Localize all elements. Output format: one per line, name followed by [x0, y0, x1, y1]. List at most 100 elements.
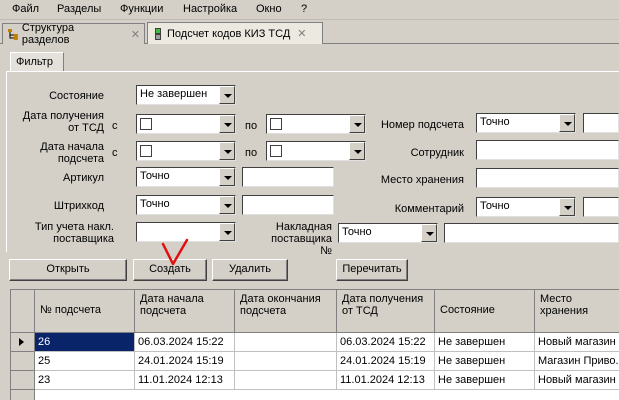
tab-kiz-count[interactable]: Подсчет кодов КИЗ ТСД ✕: [147, 22, 323, 44]
delete-button[interactable]: Удалить: [212, 259, 288, 281]
barcode-mode-value: Точно: [140, 198, 170, 210]
employee-input[interactable]: [476, 140, 619, 160]
dropdown-arrow-icon[interactable]: [559, 198, 575, 216]
date-start-label: Дата начала подсчета: [40, 141, 104, 165]
table-cell[interactable]: [235, 371, 337, 390]
dropdown-arrow-icon[interactable]: [219, 115, 235, 133]
table-cell[interactable]: 11.01.2024 12:13: [135, 371, 235, 390]
menu-functions[interactable]: Функции: [120, 3, 163, 15]
current-row-arrow-icon: [19, 338, 24, 346]
menu-help[interactable]: ?: [301, 3, 307, 15]
checkbox[interactable]: [140, 118, 152, 130]
tab-sections-structure[interactable]: Структура разделов ✕: [2, 22, 145, 46]
filter-tab-label: Фильтр: [16, 56, 53, 68]
counts-table: № подсчета Дата начала подсчета Дата око…: [10, 289, 619, 400]
row-header[interactable]: [11, 352, 35, 371]
dropdown-arrow-icon[interactable]: [219, 168, 235, 186]
comment-input[interactable]: [583, 197, 619, 217]
open-button[interactable]: Открыть: [9, 259, 127, 281]
tab-filter[interactable]: Фильтр: [10, 52, 64, 72]
barcode-input[interactable]: [242, 195, 334, 215]
close-icon[interactable]: ✕: [297, 27, 306, 40]
date-start-to-label: по: [245, 147, 258, 159]
barcode-label: Штрихкод: [53, 200, 104, 212]
comment-mode-combo[interactable]: Точно: [476, 197, 576, 217]
table-cell[interactable]: 26: [35, 333, 135, 352]
tab-label: Структура разделов: [21, 22, 75, 46]
table-cell[interactable]: [235, 333, 337, 352]
storage-label: Место хранения: [380, 174, 464, 186]
column-header-start-date[interactable]: Дата начала подсчета: [135, 290, 235, 333]
red-checkmark-icon: [161, 238, 189, 266]
invoice-mode-combo[interactable]: Точно: [338, 223, 438, 243]
table-cell[interactable]: 11.01.2024 12:13: [337, 371, 435, 390]
row-header-corner: [11, 290, 35, 333]
date-received-to[interactable]: [266, 114, 366, 134]
close-icon[interactable]: ✕: [131, 28, 140, 41]
table-cell[interactable]: 24.01.2024 15:19: [135, 352, 235, 371]
date-received-label: Дата получения от ТСД: [22, 110, 104, 134]
row-header[interactable]: [11, 333, 35, 352]
comment-mode-value: Точно: [480, 200, 510, 212]
checkbox[interactable]: [270, 118, 282, 130]
date-start-from[interactable]: [136, 141, 236, 161]
column-header-storage[interactable]: Место хранения: [535, 290, 619, 333]
date-received-from-label: с: [112, 120, 118, 132]
dropdown-arrow-icon[interactable]: [349, 142, 365, 160]
tree-icon: [7, 29, 18, 40]
tab-label: Подсчет кодов КИЗ ТСД: [167, 27, 291, 40]
table-cell[interactable]: 06.03.2024 15:22: [337, 333, 435, 352]
count-number-input[interactable]: [583, 113, 619, 133]
row-header[interactable]: [11, 371, 35, 390]
state-combo[interactable]: Не завершен: [136, 85, 236, 105]
article-mode-value: Точно: [140, 170, 170, 182]
dropdown-arrow-icon[interactable]: [219, 142, 235, 160]
menu-sections[interactable]: Разделы: [57, 3, 101, 15]
menu-bar: Файл Разделы Функции Настройка Окно ?: [0, 0, 619, 20]
dropdown-arrow-icon[interactable]: [219, 223, 235, 241]
table-cell[interactable]: Не завершен: [435, 333, 535, 352]
count-number-mode-combo[interactable]: Точно: [476, 113, 576, 133]
date-received-from[interactable]: [136, 114, 236, 134]
table-cell[interactable]: 24.01.2024 15:19: [337, 352, 435, 371]
checkbox[interactable]: [140, 145, 152, 157]
employee-label: Сотрудник: [410, 147, 464, 159]
article-input[interactable]: [242, 167, 334, 187]
menu-file[interactable]: Файл: [12, 3, 39, 15]
table-cell[interactable]: 06.03.2024 15:22: [135, 333, 235, 352]
column-header-received-date[interactable]: Дата получения от ТСД: [337, 290, 435, 333]
dropdown-arrow-icon[interactable]: [219, 196, 235, 214]
table-cell[interactable]: Не завершен: [435, 352, 535, 371]
column-header-count-no[interactable]: № подсчета: [35, 290, 135, 333]
acc-type-label: Тип учета накл. поставщика: [34, 221, 114, 245]
table-cell[interactable]: Магазин Приво...: [535, 352, 619, 371]
count-number-mode-value: Точно: [480, 116, 510, 128]
invoice-input[interactable]: [444, 223, 619, 243]
dropdown-arrow-icon[interactable]: [421, 224, 437, 242]
dropdown-arrow-icon[interactable]: [349, 115, 365, 133]
column-header-end-date[interactable]: Дата окончания подсчета: [235, 290, 337, 333]
table-cell[interactable]: Новый магазин: [535, 371, 619, 390]
article-label: Артикул: [62, 172, 104, 184]
table-cell[interactable]: [235, 352, 337, 371]
reread-button[interactable]: Перечитать: [336, 259, 408, 281]
row-header[interactable]: [11, 390, 35, 400]
table-cell[interactable]: 23: [35, 371, 135, 390]
menu-window[interactable]: Окно: [256, 3, 282, 15]
table-cell[interactable]: Новый магазин: [535, 333, 619, 352]
table-cell[interactable]: 25: [35, 352, 135, 371]
count-number-label: Номер подсчета: [380, 119, 464, 131]
storage-input[interactable]: [476, 168, 619, 188]
menu-settings[interactable]: Настройка: [183, 3, 237, 15]
article-mode-combo[interactable]: Точно: [136, 167, 236, 187]
table-cell[interactable]: Не завершен: [435, 371, 535, 390]
barcode-mode-combo[interactable]: Точно: [136, 195, 236, 215]
dropdown-arrow-icon[interactable]: [219, 86, 235, 104]
dropdown-arrow-icon[interactable]: [559, 114, 575, 132]
document-tabstrip: Структура разделов ✕ Подсчет кодов КИЗ Т…: [0, 21, 619, 46]
checkbox[interactable]: [270, 145, 282, 157]
date-received-to-label: по: [245, 120, 258, 132]
state-label: Состояние: [49, 90, 104, 102]
column-header-state[interactable]: Состояние: [435, 290, 535, 333]
date-start-to[interactable]: [266, 141, 366, 161]
